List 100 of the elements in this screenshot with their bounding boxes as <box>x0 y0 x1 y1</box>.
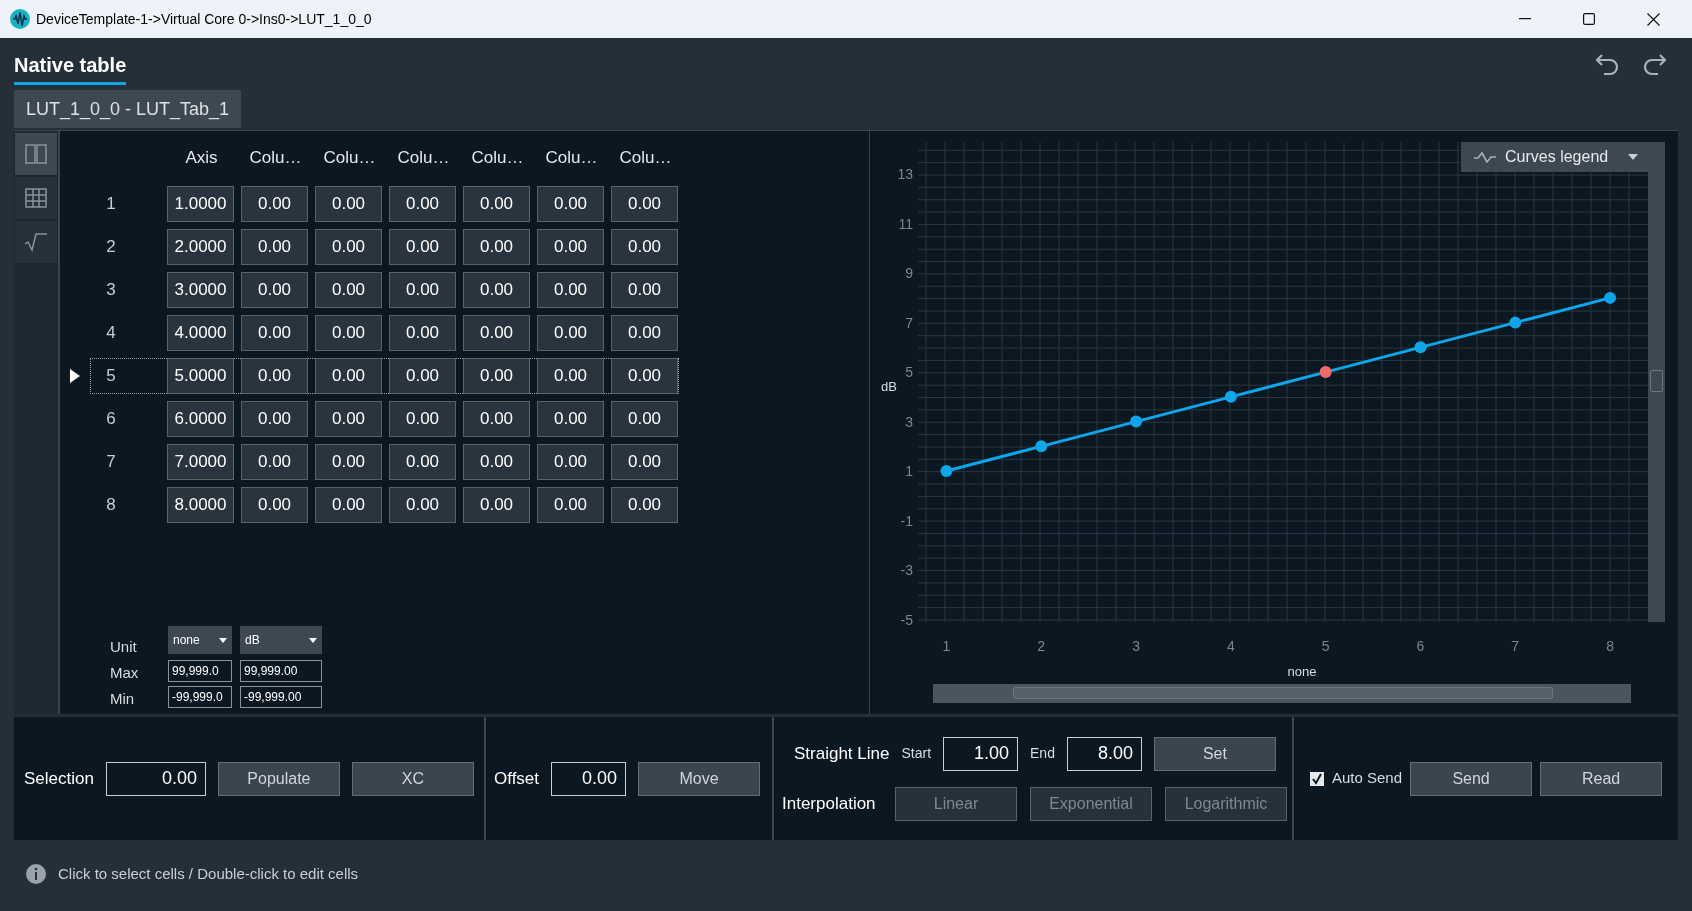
view-mode-button[interactable] <box>15 221 57 263</box>
tab[interactable]: LUT_1_0_0 - LUT_Tab_1 <box>14 90 242 128</box>
caret-icon <box>219 637 227 643</box>
redo-button[interactable] <box>1642 52 1668 76</box>
table-cell[interactable]: 0.00 <box>389 186 456 222</box>
unit-dropdown[interactable]: dB <box>240 626 322 654</box>
table-cell[interactable]: 0.00 <box>611 186 678 222</box>
table-cell[interactable]: 0.00 <box>463 401 530 437</box>
table-cell[interactable]: 2.0000 <box>167 229 234 265</box>
vertical-scrollbar[interactable] <box>1648 142 1665 622</box>
y-tick-label: 13 <box>897 166 913 183</box>
table-cell[interactable]: 5.0000 <box>167 358 234 394</box>
table-cell[interactable]: 0.00 <box>611 401 678 437</box>
table-cell[interactable]: 0.00 <box>611 358 678 394</box>
auto-send-checkbox[interactable] <box>1310 771 1324 786</box>
table-cell[interactable]: 0.00 <box>537 315 604 351</box>
table-cell[interactable]: 0.00 <box>611 487 678 523</box>
max-field[interactable]: 99,999.0 <box>168 660 232 682</box>
table-cell[interactable]: 0.00 <box>389 444 456 480</box>
table-cell[interactable]: 0.00 <box>241 315 308 351</box>
table-cell[interactable]: 0.00 <box>389 272 456 308</box>
table-cell[interactable]: 0.00 <box>241 487 308 523</box>
table-row[interactable]: 2 2.0000 0.00 0.00 0.00 0.00 0.00 0.00 <box>90 229 679 265</box>
table-cell[interactable]: 0.00 <box>315 315 382 351</box>
min-field[interactable]: -99,999.00 <box>240 686 322 708</box>
unit-dropdown[interactable]: none <box>168 626 232 654</box>
table-cell[interactable]: 0.00 <box>315 229 382 265</box>
end-field[interactable]: 8.00 <box>1066 736 1142 771</box>
table-cell[interactable]: 0.00 <box>315 358 382 394</box>
table-cell[interactable]: 7.0000 <box>167 444 234 480</box>
table-cell[interactable]: 0.00 <box>611 272 678 308</box>
table-cell[interactable]: 0.00 <box>315 401 382 437</box>
table-row[interactable]: 6 6.0000 0.00 0.00 0.00 0.00 0.00 0.00 <box>90 401 679 437</box>
offset-field[interactable]: 0.00 <box>551 761 627 796</box>
table-cell[interactable]: 0.00 <box>389 315 456 351</box>
table-cell[interactable]: 0.00 <box>241 401 308 437</box>
table-cell[interactable]: 0.00 <box>537 358 604 394</box>
set-button[interactable]: Set <box>1153 736 1276 771</box>
table-cell[interactable]: 0.00 <box>611 444 678 480</box>
toolbar-button[interactable]: XC <box>351 761 474 796</box>
scrollbar-thumb[interactable] <box>1013 687 1553 699</box>
toolbar-button[interactable]: Read <box>1540 761 1663 796</box>
table-cell[interactable]: 6.0000 <box>167 401 234 437</box>
table-cell[interactable]: 0.00 <box>463 315 530 351</box>
table-cell[interactable]: 0.00 <box>463 444 530 480</box>
column-header: Colu… <box>248 147 303 170</box>
table-cell[interactable]: 0.00 <box>537 444 604 480</box>
table-row[interactable]: 7 7.0000 0.00 0.00 0.00 0.00 0.00 0.00 <box>90 444 679 480</box>
move-button[interactable]: Move <box>638 761 761 796</box>
min-field[interactable]: -99,999.0 <box>168 686 232 708</box>
table-cell[interactable]: 0.00 <box>389 229 456 265</box>
table-cell[interactable]: 0.00 <box>315 272 382 308</box>
start-field[interactable]: 1.00 <box>943 736 1019 771</box>
selection-field[interactable]: 0.00 <box>105 761 206 796</box>
table-cell[interactable]: 0.00 <box>241 229 308 265</box>
table-cell[interactable]: 0.00 <box>241 272 308 308</box>
table-row[interactable]: 4 4.0000 0.00 0.00 0.00 0.00 0.00 0.00 <box>90 315 679 351</box>
table-cell[interactable]: 0.00 <box>537 487 604 523</box>
table-row[interactable]: 1 1.0000 0.00 0.00 0.00 0.00 0.00 0.00 <box>90 186 679 222</box>
table-cell[interactable]: 0.00 <box>241 186 308 222</box>
table-cell[interactable]: 0.00 <box>463 487 530 523</box>
curves-legend-dropdown[interactable]: Curves legend <box>1461 142 1650 172</box>
table-cell[interactable]: 0.00 <box>315 444 382 480</box>
table-cell[interactable]: 0.00 <box>463 358 530 394</box>
max-label: Max <box>110 663 140 683</box>
table-cell[interactable]: 3.0000 <box>167 272 234 308</box>
table-cell[interactable]: 0.00 <box>537 401 604 437</box>
view-mode-button[interactable] <box>15 177 57 219</box>
start-label: Start <box>901 744 932 763</box>
table-cell[interactable]: 0.00 <box>241 358 308 394</box>
max-field[interactable]: 99,999.00 <box>240 660 322 682</box>
table-cell[interactable]: 0.00 <box>611 229 678 265</box>
point <box>1414 341 1427 354</box>
table-cell[interactable]: 8.0000 <box>167 487 234 523</box>
horizontal-scrollbar[interactable] <box>933 684 1631 703</box>
table-row[interactable]: 5 5.0000 0.00 0.00 0.00 0.00 0.00 0.00 <box>90 358 679 394</box>
table-cell[interactable]: 0.00 <box>315 186 382 222</box>
table-cell[interactable]: 0.00 <box>315 487 382 523</box>
table-cell[interactable]: 0.00 <box>241 444 308 480</box>
table-cell[interactable]: 0.00 <box>463 229 530 265</box>
table-cell[interactable]: 4.0000 <box>167 315 234 351</box>
table-cell[interactable]: 0.00 <box>389 487 456 523</box>
table-cell[interactable]: 0.00 <box>611 315 678 351</box>
scrollbar-thumb[interactable] <box>1650 370 1663 392</box>
table-cell[interactable]: 0.00 <box>463 186 530 222</box>
toolbar-button[interactable]: Send <box>1410 761 1533 796</box>
undo-icon <box>1594 52 1620 76</box>
table-cell[interactable]: 1.0000 <box>167 186 234 222</box>
view-mode-button[interactable] <box>15 133 57 175</box>
table-cell[interactable]: 0.00 <box>537 272 604 308</box>
undo-button[interactable] <box>1594 52 1620 76</box>
table-cell[interactable]: 0.00 <box>389 401 456 437</box>
toolbar-button[interactable]: Populate <box>217 761 340 796</box>
table-cell[interactable]: 0.00 <box>537 186 604 222</box>
table-cell[interactable]: 0.00 <box>389 358 456 394</box>
table-cell[interactable]: 0.00 <box>463 272 530 308</box>
table-row[interactable]: 3 3.0000 0.00 0.00 0.00 0.00 0.00 0.00 <box>90 272 679 308</box>
row-number: 6 <box>105 408 117 431</box>
table-cell[interactable]: 0.00 <box>537 229 604 265</box>
table-row[interactable]: 8 8.0000 0.00 0.00 0.00 0.00 0.00 0.00 <box>90 487 679 523</box>
